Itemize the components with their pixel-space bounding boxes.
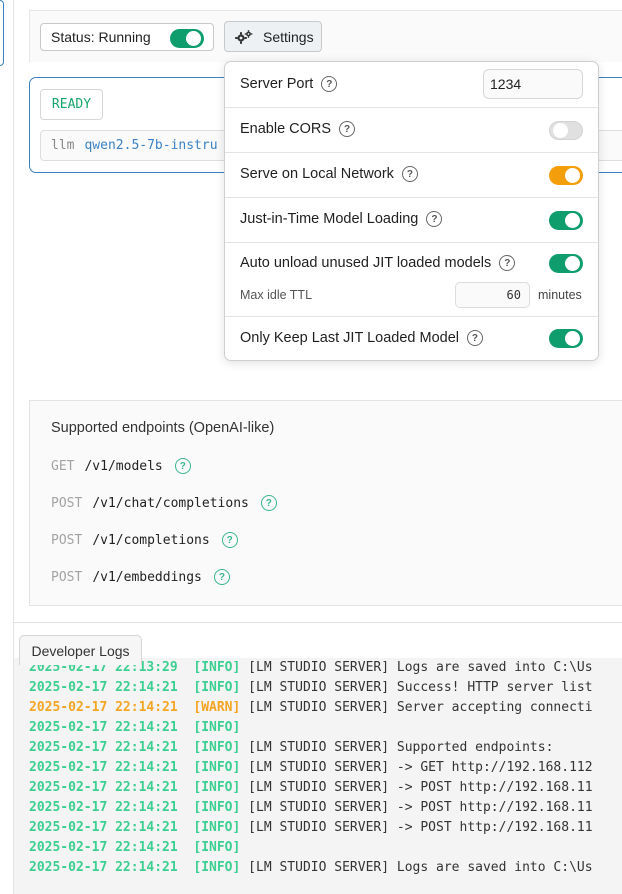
developer-logs-panel[interactable]: 2025-02-17 22:13:29 [INFO] [LM STUDIO SE… (14, 658, 622, 894)
auto-unload-label: Auto unload unused JIT loaded models ? (240, 255, 516, 271)
left-sidebar-edge (0, 0, 14, 894)
log-line: 2025-02-17 22:14:21 [INFO] [LM STUDIO SE… (29, 680, 593, 695)
keep-last-jit-toggle[interactable] (549, 329, 583, 348)
endpoint-row: POST /v1/embeddings ? (51, 569, 230, 585)
server-settings-popover: Server Port ? 1234 Enable CORS ? Serve o… (224, 61, 599, 361)
endpoints-title: Supported endpoints (OpenAI-like) (51, 420, 275, 436)
server-status-control[interactable]: Status: Running (40, 23, 214, 51)
supported-endpoints-panel: Supported endpoints (OpenAI-like) GET /v… (29, 400, 622, 606)
command-prefix: llm (51, 138, 75, 153)
endpoint-method: GET (51, 458, 75, 474)
log-line: 2025-02-17 22:14:21 [INFO] (29, 840, 241, 855)
endpoint-row: POST /v1/chat/completions ? (51, 495, 277, 511)
auto-unload-row: Auto unload unused JIT loaded models ? M… (225, 243, 598, 317)
keep-last-jit-row: Only Keep Last JIT Loaded Model ? (225, 317, 598, 360)
help-icon[interactable]: ? (174, 458, 191, 474)
log-line: 2025-02-17 22:14:21 [INFO] [LM STUDIO SE… (29, 860, 593, 875)
endpoint-path: /v1/embeddings (92, 569, 202, 585)
help-icon[interactable]: ? (499, 255, 516, 271)
help-icon[interactable]: ? (466, 330, 483, 346)
serve-local-network-toggle[interactable] (549, 166, 583, 185)
jit-loading-row: Just-in-Time Model Loading ? (225, 198, 598, 243)
enable-cors-row: Enable CORS ? (225, 108, 598, 153)
endpoint-row: POST /v1/completions ? (51, 532, 238, 548)
serve-local-network-row: Serve on Local Network ? (225, 153, 598, 198)
max-idle-ttl-unit: minutes (538, 288, 582, 302)
enable-cors-label: Enable CORS ? (240, 121, 356, 137)
endpoint-row: GET /v1/models ? (51, 458, 191, 474)
server-status-label: Status: Running (51, 29, 151, 45)
help-icon[interactable]: ? (426, 211, 443, 227)
jit-loading-label: Just-in-Time Model Loading ? (240, 211, 443, 227)
log-line: 2025-02-17 22:14:21 [INFO] [LM STUDIO SE… (29, 780, 593, 795)
help-icon[interactable]: ? (401, 166, 418, 182)
max-idle-ttl-label: Max idle TTL (240, 288, 313, 302)
serve-local-network-label: Serve on Local Network ? (240, 166, 418, 182)
log-line: 2025-02-17 22:14:21 [INFO] (29, 720, 241, 735)
model-name: qwen2.5-7b-instru (84, 138, 218, 153)
enable-cors-toggle[interactable] (549, 121, 583, 140)
endpoint-path: /v1/models (84, 458, 163, 474)
jit-loading-toggle[interactable] (549, 211, 583, 230)
endpoint-method: POST (51, 532, 83, 548)
endpoint-path: /v1/completions (92, 532, 210, 548)
keep-last-jit-label: Only Keep Last JIT Loaded Model ? (240, 330, 483, 346)
selected-item-indicator (0, 0, 4, 66)
model-ready-badge: READY (40, 89, 103, 120)
endpoint-method: POST (51, 495, 83, 511)
endpoint-path: /v1/chat/completions (92, 495, 249, 511)
log-line: 2025-02-17 22:14:21 [INFO] [LM STUDIO SE… (29, 740, 554, 755)
help-icon[interactable]: ? (260, 495, 277, 511)
help-icon[interactable]: ? (213, 569, 230, 585)
server-port-label: Server Port ? (240, 76, 338, 92)
settings-button[interactable]: Settings (224, 21, 322, 52)
log-line: 2025-02-17 22:14:21 [INFO] [LM STUDIO SE… (29, 760, 593, 775)
max-idle-ttl-input[interactable]: 60 (455, 282, 530, 308)
help-icon[interactable]: ? (321, 76, 338, 92)
server-status-toggle[interactable] (170, 29, 204, 48)
server-port-row: Server Port ? 1234 (225, 62, 598, 108)
gears-icon (235, 29, 257, 44)
server-port-input[interactable]: 1234 (483, 69, 583, 99)
section-divider (14, 622, 622, 623)
log-line: 2025-02-17 22:14:21 [INFO] [LM STUDIO SE… (29, 820, 593, 835)
log-line: 2025-02-17 22:14:21 [WARN] [LM STUDIO SE… (29, 700, 593, 715)
auto-unload-toggle[interactable] (549, 254, 583, 273)
settings-button-label: Settings (263, 28, 314, 45)
log-line: 2025-02-17 22:14:21 [INFO] [LM STUDIO SE… (29, 800, 593, 815)
tab-developer-logs[interactable]: Developer Logs (19, 635, 142, 665)
endpoint-method: POST (51, 569, 83, 585)
help-icon[interactable]: ? (221, 532, 238, 548)
help-icon[interactable]: ? (339, 121, 356, 137)
